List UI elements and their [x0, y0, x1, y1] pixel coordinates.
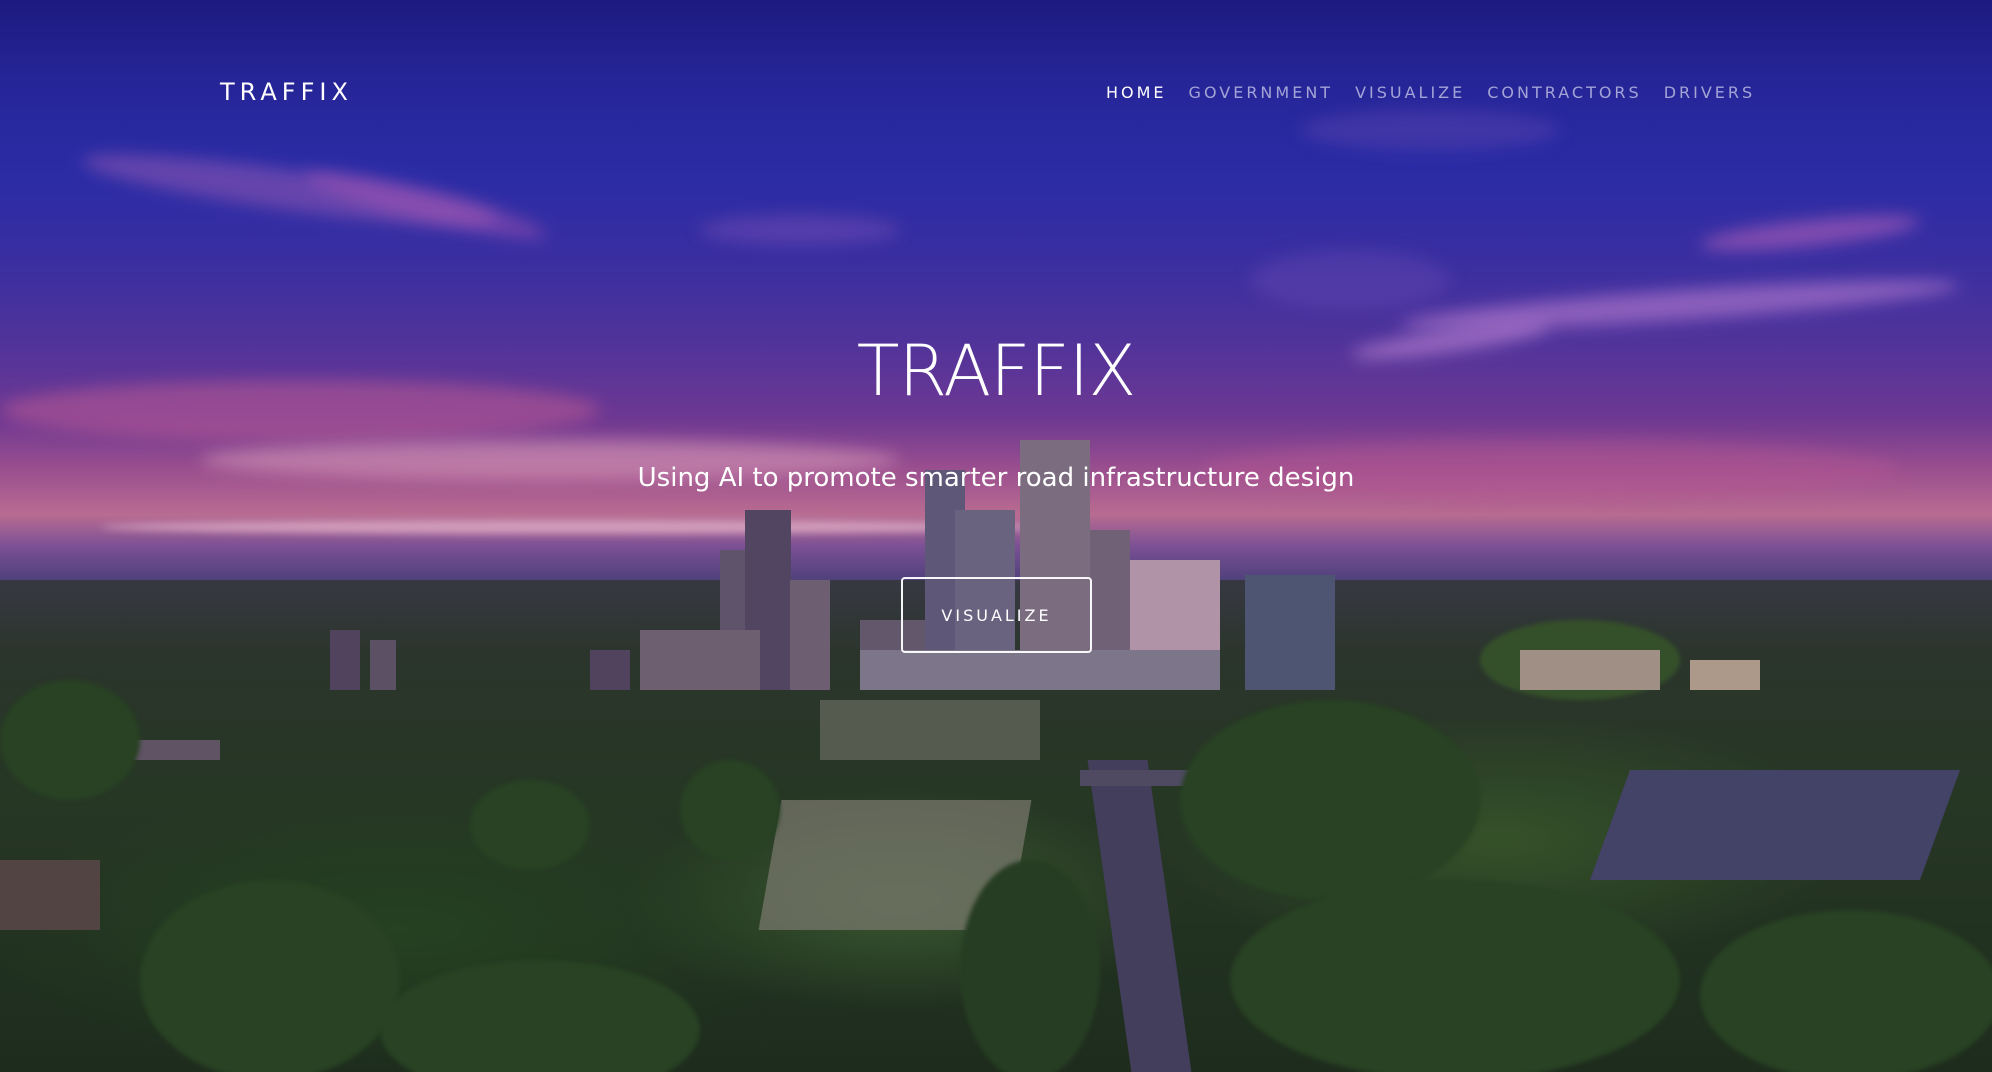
main-nav: HOME GOVERNMENT VISUALIZE CONTRACTORS DR… [1106, 83, 1755, 102]
nav-item-home[interactable]: HOME [1106, 83, 1167, 102]
brand-logo[interactable]: TRAFFIX [220, 78, 353, 106]
nav-item-drivers[interactable]: DRIVERS [1664, 83, 1755, 102]
visualize-button[interactable]: VISUALIZE [901, 577, 1092, 653]
hero-subtitle: Using AI to promote smarter road infrast… [637, 463, 1355, 493]
nav-item-contractors[interactable]: CONTRACTORS [1487, 83, 1641, 102]
hero-section: TRAFFIX HOME GOVERNMENT VISUALIZE CONTRA… [0, 0, 1992, 1072]
nav-item-government[interactable]: GOVERNMENT [1189, 83, 1334, 102]
hero-title: TRAFFIX [856, 330, 1137, 412]
nav-item-visualize[interactable]: VISUALIZE [1355, 83, 1465, 102]
background-overlay [0, 0, 1992, 1072]
